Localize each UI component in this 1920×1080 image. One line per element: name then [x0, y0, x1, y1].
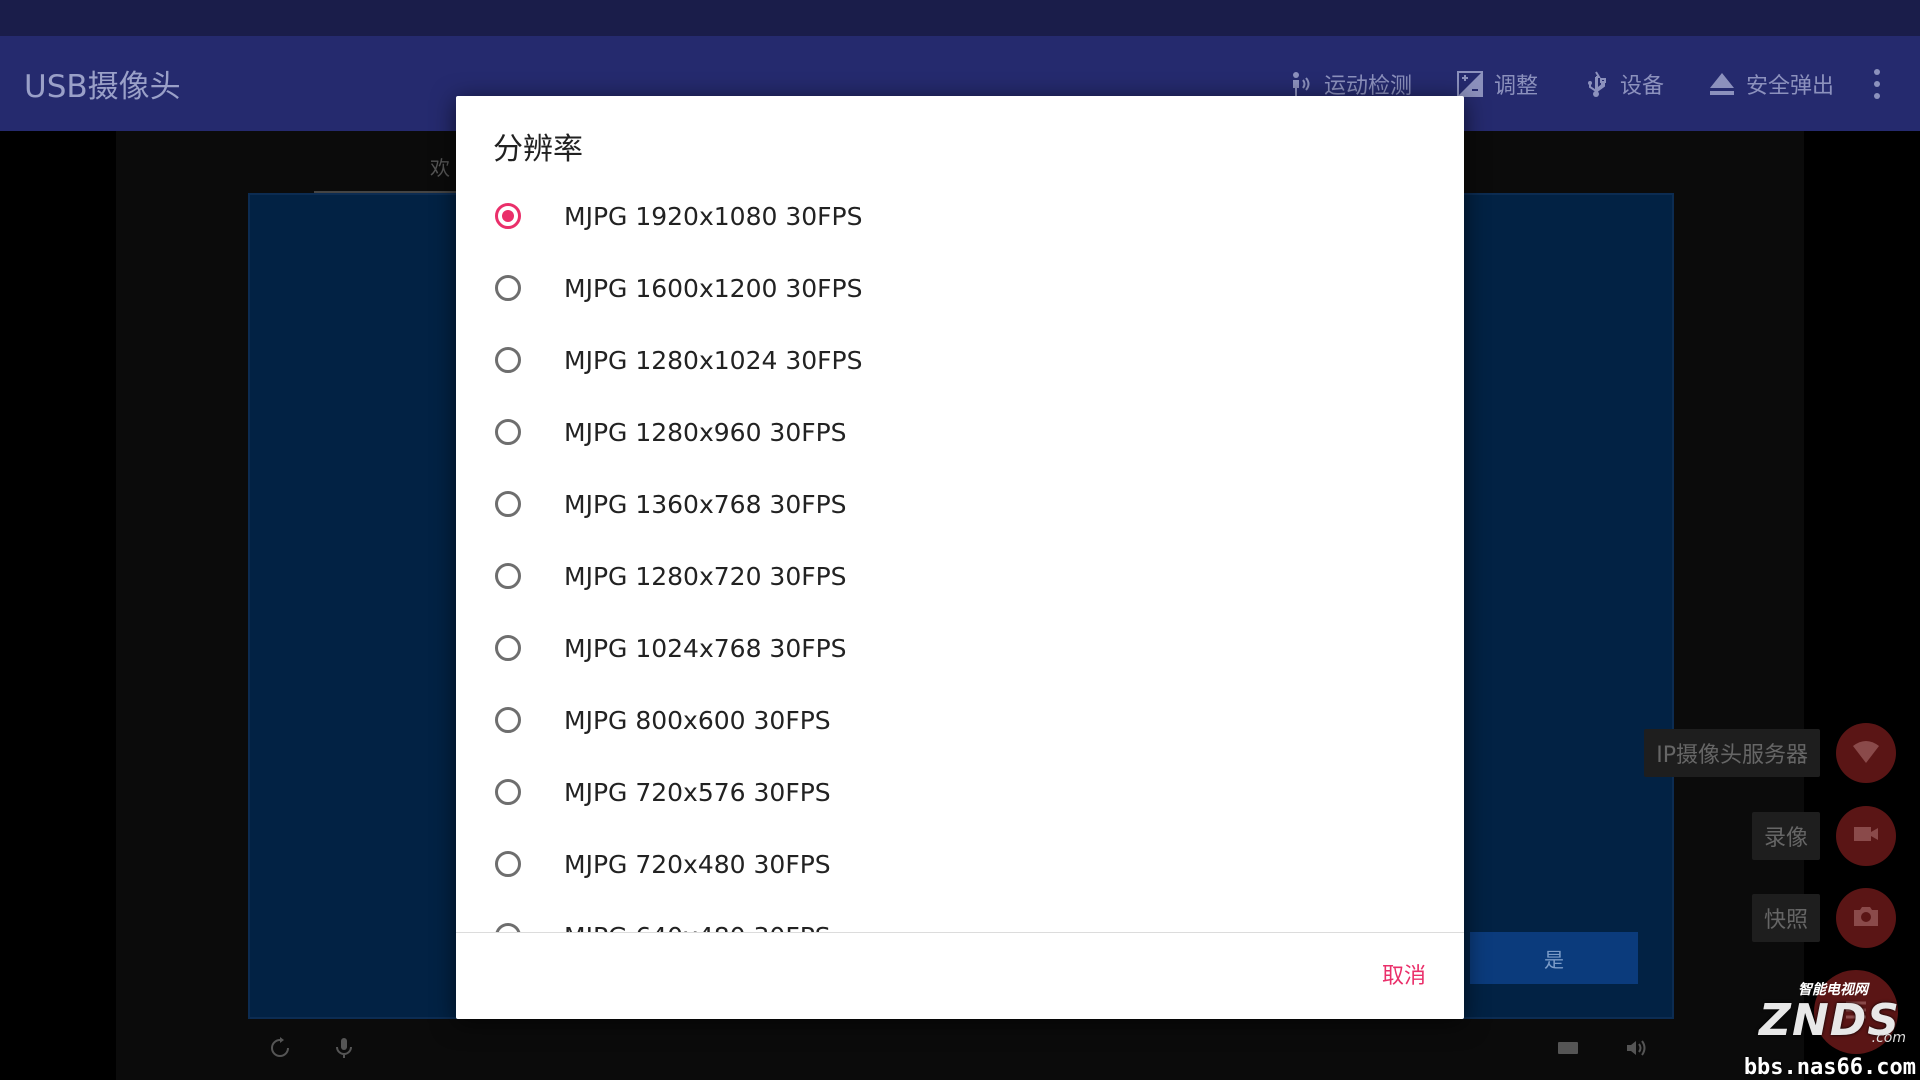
resolution-option[interactable]: MJPG 1024x768 30FPS	[456, 612, 1464, 684]
radio-button[interactable]	[495, 779, 521, 805]
dialog-title: 分辨率	[493, 132, 583, 167]
resolution-option-list[interactable]: MJPG 1920x1080 30FPS MJPG 1600x1200 30FP…	[456, 180, 1464, 932]
radio-button[interactable]	[495, 635, 521, 661]
resolution-option-label: MJPG 1280x960 30FPS	[564, 417, 847, 447]
resolution-option[interactable]: MJPG 1280x1024 30FPS	[456, 324, 1464, 396]
radio-button[interactable]	[495, 563, 521, 589]
resolution-option[interactable]: MJPG 640x480 30FPS	[456, 900, 1464, 932]
microphone-icon[interactable]	[332, 1036, 356, 1060]
eject-label: 安全弹出	[1745, 73, 1834, 99]
resolution-option[interactable]: MJPG 720x480 30FPS	[456, 828, 1464, 900]
radio-button[interactable]	[495, 419, 521, 445]
resolution-option[interactable]: MJPG 1920x1080 30FPS	[456, 180, 1464, 252]
resolution-option[interactable]: MJPG 720x576 30FPS	[456, 756, 1464, 828]
radio-button[interactable]	[495, 851, 521, 877]
resolution-option-label: MJPG 1280x1024 30FPS	[564, 345, 863, 375]
motion-detect-icon	[1286, 70, 1314, 98]
resolution-option-label: MJPG 640x480 30FPS	[564, 922, 831, 933]
confirm-button[interactable]: 是	[1470, 932, 1638, 984]
rotate-icon[interactable]	[268, 1036, 292, 1060]
fab-record[interactable]: 录像	[1751, 806, 1896, 866]
resolution-option-label: MJPG 1600x1200 30FPS	[564, 273, 863, 303]
fab-snapshot-label: 快照	[1751, 894, 1820, 942]
radio-button[interactable]	[495, 923, 521, 932]
resolution-option-label: MJPG 1280x720 30FPS	[564, 561, 847, 591]
motion-detect-button[interactable]: 运动检测	[1286, 68, 1412, 100]
tab-welcome[interactable]: 欢	[430, 152, 450, 181]
app-title: USB摄像头	[24, 69, 181, 105]
watermark-logo-com: .com	[1871, 1030, 1906, 1046]
resolution-option-label: MJPG 1360x768 30FPS	[564, 489, 847, 519]
cancel-button[interactable]: 取消	[1382, 958, 1426, 990]
video-camera-icon	[1851, 819, 1881, 853]
radio-button[interactable]	[495, 347, 521, 373]
fab-record-label: 录像	[1751, 812, 1820, 860]
resolution-option[interactable]: MJPG 1600x1200 30FPS	[456, 252, 1464, 324]
radio-button[interactable]	[495, 275, 521, 301]
dialog-divider	[456, 932, 1464, 933]
resolution-option[interactable]: MJPG 1280x960 30FPS	[456, 396, 1464, 468]
motion-detect-label: 运动检测	[1323, 73, 1412, 99]
more-options-icon[interactable]	[1874, 68, 1880, 99]
fab-snapshot[interactable]: 快照	[1751, 888, 1896, 948]
device-label: 设备	[1619, 73, 1664, 99]
fab-snapshot-button[interactable]	[1836, 888, 1896, 948]
adjust-icon	[1456, 70, 1484, 98]
resolution-option-label: MJPG 720x576 30FPS	[564, 777, 831, 807]
resolution-option[interactable]: MJPG 1360x768 30FPS	[456, 468, 1464, 540]
radio-button[interactable]	[495, 491, 521, 517]
fab-ip-camera-server[interactable]: IP摄像头服务器	[1644, 723, 1896, 783]
resolution-option-label: MJPG 720x480 30FPS	[564, 849, 831, 879]
adjust-label: 调整	[1493, 73, 1538, 99]
camera-icon	[1851, 901, 1881, 935]
device-button[interactable]: 设备	[1582, 68, 1664, 100]
eject-icon	[1708, 70, 1736, 98]
fab-ip-camera-server-button[interactable]	[1836, 723, 1896, 783]
adjust-button[interactable]: 调整	[1456, 68, 1538, 100]
resolution-option-label: MJPG 1024x768 30FPS	[564, 633, 847, 663]
resolution-option[interactable]: MJPG 800x600 30FPS	[456, 684, 1464, 756]
resolution-option[interactable]: MJPG 1280x720 30FPS	[456, 540, 1464, 612]
eject-button[interactable]: 安全弹出	[1708, 68, 1834, 100]
resolution-dialog: 分辨率 MJPG 1920x1080 30FPS MJPG 1600x1200 …	[456, 96, 1464, 1019]
watermark: 智能电视网 ZNDS .com bbs.nas66.com	[1706, 975, 1920, 1080]
usb-icon	[1582, 70, 1610, 98]
keyboard-icon[interactable]	[1556, 1036, 1580, 1060]
resolution-option-label: MJPG 800x600 30FPS	[564, 705, 831, 735]
radio-button[interactable]	[495, 707, 521, 733]
watermark-url: bbs.nas66.com	[1743, 1055, 1916, 1080]
fab-record-button[interactable]	[1836, 806, 1896, 866]
volume-icon[interactable]	[1624, 1036, 1648, 1060]
status-bar	[0, 0, 1920, 36]
resolution-option-label: MJPG 1920x1080 30FPS	[564, 201, 863, 231]
fab-ip-camera-server-label: IP摄像头服务器	[1644, 729, 1820, 777]
radio-button[interactable]	[495, 203, 521, 229]
wifi-icon	[1851, 736, 1881, 770]
